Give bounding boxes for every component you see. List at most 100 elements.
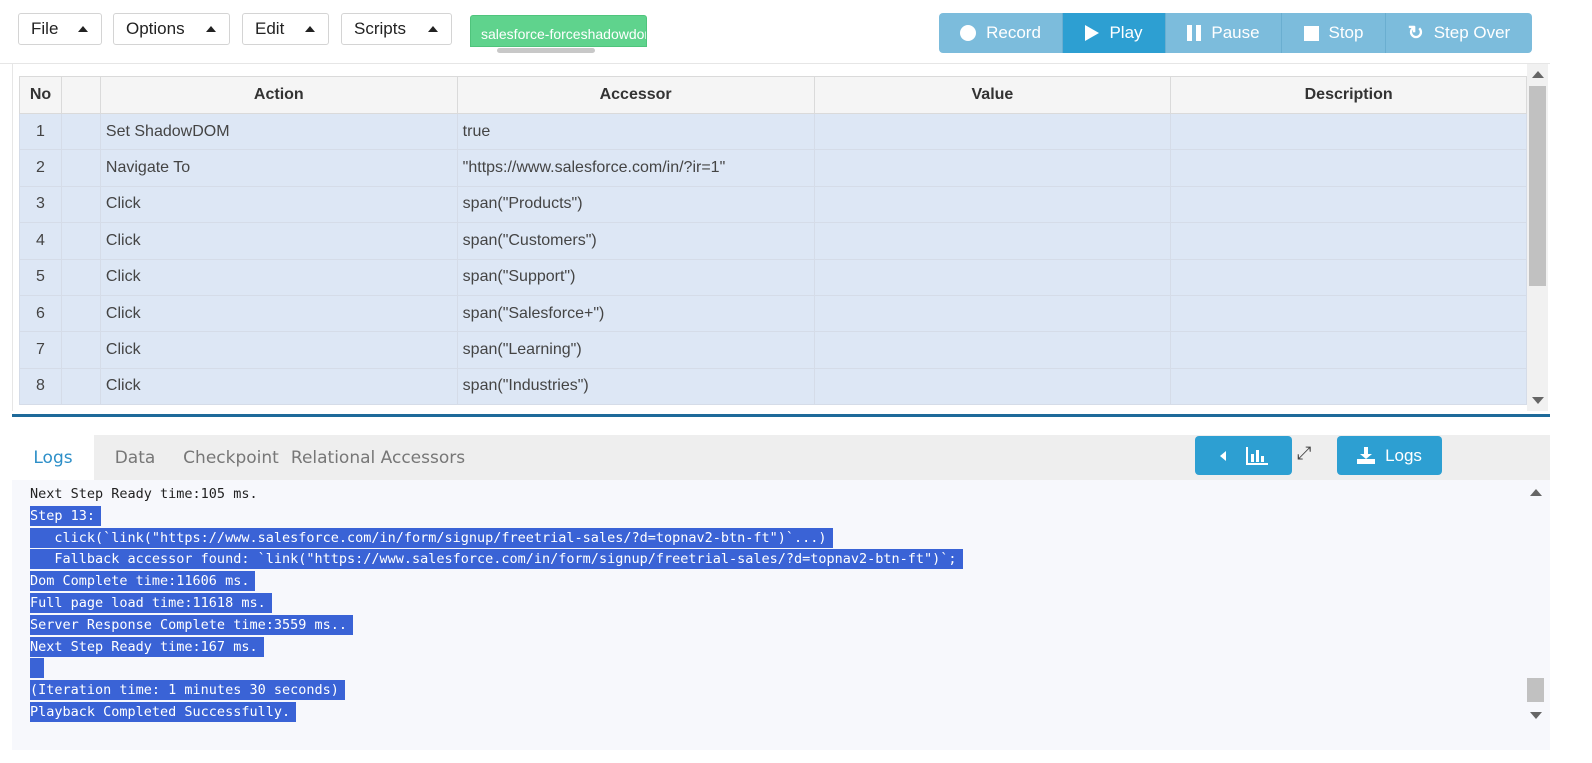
step-number-cell[interactable]: 3	[19, 185, 62, 224]
step-number-cell[interactable]: 5	[19, 258, 62, 296]
accessor-cell[interactable]: span("Salesforce+")	[456, 294, 815, 333]
description-cell[interactable]	[1170, 149, 1527, 187]
description-cell[interactable]	[1170, 258, 1527, 296]
log-line	[30, 658, 45, 679]
play-button[interactable]: Play	[1063, 13, 1166, 53]
panel-splitter[interactable]	[12, 414, 1550, 417]
action-cell[interactable]: Click	[99, 367, 458, 406]
value-cell[interactable]	[813, 367, 1172, 406]
accessor-cell[interactable]: span("Industries")	[456, 367, 815, 406]
log-scrollbar[interactable]	[1525, 480, 1546, 750]
table-row[interactable]: 1 Set ShadowDOM true	[19, 112, 1527, 151]
value-cell[interactable]	[813, 185, 1172, 224]
step-blank-cell[interactable]	[60, 294, 101, 333]
scroll-up-icon[interactable]	[1530, 489, 1542, 496]
step-number-cell[interactable]: 2	[19, 149, 62, 187]
description-cell[interactable]	[1170, 331, 1527, 369]
table-scroll-thumb[interactable]	[1529, 86, 1546, 286]
redo-icon: ↻	[1407, 22, 1424, 44]
log-output[interactable]: Next Step Ready time:105 ms. Step 13: cli…	[12, 480, 1550, 750]
action-cell[interactable]: Click	[99, 294, 458, 333]
header-no[interactable]: No	[19, 76, 62, 114]
value-cell[interactable]	[813, 294, 1172, 333]
edit-menu-button[interactable]: Edit	[242, 13, 329, 45]
step-number-cell[interactable]: 7	[19, 331, 62, 369]
step-number-cell[interactable]: 8	[19, 367, 62, 406]
step-blank-cell[interactable]	[60, 258, 101, 296]
options-menu-button[interactable]: Options	[113, 13, 230, 45]
step-blank-cell[interactable]	[60, 331, 101, 369]
value-cell[interactable]	[813, 258, 1172, 296]
table-row[interactable]: 3 Click span("Products")	[19, 185, 1527, 224]
toggle-report-button[interactable]	[1195, 436, 1292, 475]
description-cell[interactable]	[1170, 185, 1527, 224]
table-row[interactable]: 7 Click span("Learning")	[19, 331, 1527, 369]
table-row[interactable]: 8 Click span("Industries")	[19, 367, 1527, 406]
accessor-cell[interactable]: span("Products")	[456, 185, 815, 224]
value-cell[interactable]	[813, 331, 1172, 369]
scroll-up-icon[interactable]	[1532, 71, 1544, 78]
scripts-menu-button[interactable]: Scripts	[341, 13, 452, 45]
description-cell[interactable]	[1170, 112, 1527, 151]
accessor-cell[interactable]: span("Learning")	[456, 331, 815, 369]
table-row[interactable]: 5 Click span("Support")	[19, 258, 1527, 296]
description-cell[interactable]	[1170, 367, 1527, 406]
log-line: Server Response Complete time:3559 ms..	[30, 614, 353, 635]
download-logs-button[interactable]: Logs	[1337, 436, 1442, 475]
bar-chart-icon	[1245, 446, 1268, 465]
caret-up-icon	[305, 26, 315, 32]
script-tab[interactable]: salesforce-forceshadowdom	[470, 15, 647, 47]
accessor-cell[interactable]: "https://www.salesforce.com/in/?ir=1"	[456, 149, 815, 187]
value-cell[interactable]	[813, 149, 1172, 187]
record-icon	[960, 25, 977, 41]
record-button[interactable]: Record	[939, 13, 1063, 53]
action-cell[interactable]: Navigate To	[99, 149, 458, 187]
scroll-down-icon[interactable]	[1532, 397, 1544, 404]
header-accessor[interactable]: Accessor	[456, 76, 815, 114]
accessor-cell[interactable]: true	[456, 112, 815, 151]
step-blank-cell[interactable]	[60, 367, 101, 406]
stop-button[interactable]: Stop	[1282, 13, 1386, 53]
step-blank-cell[interactable]	[60, 222, 101, 260]
value-cell[interactable]	[813, 222, 1172, 260]
log-scroll-thumb[interactable]	[1527, 678, 1544, 702]
log-line: Full page load time:11618 ms.	[30, 593, 272, 613]
log-line: Next Step Ready time:167 ms.	[30, 636, 264, 657]
action-cell[interactable]: Set ShadowDOM	[99, 112, 458, 151]
tab-data[interactable]: Data	[94, 435, 176, 480]
table-scrollbar[interactable]	[1527, 64, 1548, 411]
accessor-cell[interactable]: span("Support")	[456, 258, 815, 296]
table-row[interactable]: 4 Click span("Customers")	[19, 222, 1527, 260]
table-row[interactable]: 6 Click span("Salesforce+")	[19, 294, 1527, 333]
expand-icon[interactable]: ⤢	[1297, 444, 1315, 462]
options-menu-label: Options	[126, 19, 185, 38]
step-number-cell[interactable]: 6	[19, 294, 62, 333]
step-over-button[interactable]: ↻ Step Over	[1386, 13, 1532, 53]
description-cell[interactable]	[1170, 294, 1527, 333]
value-cell[interactable]	[813, 112, 1172, 151]
script-tab-scrollbar[interactable]	[497, 48, 595, 53]
caret-up-icon	[206, 26, 216, 32]
header-action[interactable]: Action	[99, 76, 458, 114]
accessor-cell[interactable]: span("Customers")	[456, 222, 815, 260]
header-value[interactable]: Value	[813, 76, 1172, 114]
action-cell[interactable]: Click	[99, 258, 458, 296]
table-row[interactable]: 2 Navigate To "https://www.salesforce.com/…	[19, 149, 1527, 187]
step-blank-cell[interactable]	[60, 112, 101, 151]
tab-relational-accessors[interactable]: Relational Accessors	[288, 435, 468, 480]
step-blank-cell[interactable]	[60, 185, 101, 224]
step-number-cell[interactable]: 4	[19, 222, 62, 260]
scroll-down-icon[interactable]	[1530, 712, 1542, 719]
step-number-cell[interactable]: 1	[19, 112, 62, 151]
table-header-row: No Action Accessor Value Description	[19, 76, 1527, 114]
action-cell[interactable]: Click	[99, 222, 458, 260]
tab-logs[interactable]: Logs	[12, 435, 94, 480]
file-menu-button[interactable]: File	[18, 13, 102, 45]
action-cell[interactable]: Click	[99, 331, 458, 369]
tab-checkpoint[interactable]: Checkpoint	[176, 435, 286, 480]
step-blank-cell[interactable]	[60, 149, 101, 187]
pause-button[interactable]: Pause	[1166, 13, 1282, 53]
action-cell[interactable]: Click	[99, 185, 458, 224]
header-description[interactable]: Description	[1170, 76, 1527, 114]
description-cell[interactable]	[1170, 222, 1527, 260]
